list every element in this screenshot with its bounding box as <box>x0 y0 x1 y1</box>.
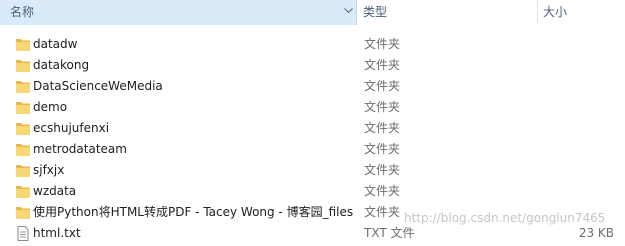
column-header-type[interactable]: 类型 <box>358 0 538 25</box>
file-name: datadw <box>33 37 78 51</box>
file-type: 文件夹 <box>364 58 401 72</box>
sort-ascending-icon: ^ <box>176 0 184 7</box>
file-row[interactable]: wzdata 文件夹 <box>0 181 625 202</box>
text-file-icon <box>17 226 29 241</box>
file-name: html.txt <box>33 226 81 240</box>
file-size: 23 KB <box>578 226 614 240</box>
folder-icon <box>16 39 30 51</box>
column-filter-dropdown-icon[interactable] <box>340 0 357 25</box>
folder-icon <box>16 165 30 177</box>
file-row[interactable]: metrodatateam 文件夹 <box>0 139 625 160</box>
column-header-size-label: 大小 <box>543 5 568 19</box>
file-row[interactable]: datadw 文件夹 <box>0 34 625 55</box>
file-name: wzdata <box>33 184 77 198</box>
folder-icon <box>16 186 30 198</box>
folder-icon <box>16 81 30 93</box>
column-header-name[interactable]: 名称 ^ <box>0 0 357 25</box>
file-type: 文件夹 <box>364 184 401 198</box>
file-type: TXT 文件 <box>364 226 415 240</box>
file-name: metrodatateam <box>33 142 127 156</box>
file-type: 文件夹 <box>364 205 401 219</box>
file-name: sjfxjx <box>33 163 65 177</box>
file-name: 使用Python将HTML转成PDF - Tacey Wong - 博客园_fi… <box>33 205 354 219</box>
folder-icon <box>16 60 30 72</box>
folder-icon <box>16 123 30 135</box>
file-name: datakong <box>33 58 90 72</box>
column-header-bar: 名称 ^ 类型 大小 <box>0 0 625 25</box>
watermark-text: http://blog.csdn.net/gonglun7465 <box>404 211 606 225</box>
file-row[interactable]: ecshujufenxi 文件夹 <box>0 118 625 139</box>
column-header-size[interactable]: 大小 <box>539 0 625 25</box>
file-type: 文件夹 <box>364 37 401 51</box>
file-name: ecshujufenxi <box>33 121 110 135</box>
file-row[interactable]: datakong 文件夹 <box>0 55 625 76</box>
file-type: 文件夹 <box>364 100 401 114</box>
file-type: 文件夹 <box>364 79 401 93</box>
file-row[interactable]: html.txt TXT 文件 23 KB <box>0 223 625 244</box>
file-type: 文件夹 <box>364 121 401 135</box>
file-name: demo <box>33 100 68 114</box>
file-row[interactable]: DataScienceWeMedia 文件夹 <box>0 76 625 97</box>
folder-icon <box>16 144 30 156</box>
file-type: 文件夹 <box>364 142 401 156</box>
file-type: 文件夹 <box>364 163 401 177</box>
column-header-type-label: 类型 <box>363 5 388 19</box>
file-row[interactable]: sjfxjx 文件夹 <box>0 160 625 181</box>
file-row[interactable]: demo 文件夹 <box>0 97 625 118</box>
file-name: DataScienceWeMedia <box>33 79 163 93</box>
folder-icon <box>16 102 30 114</box>
folder-icon <box>16 207 30 219</box>
column-header-name-label: 名称 <box>10 5 35 19</box>
